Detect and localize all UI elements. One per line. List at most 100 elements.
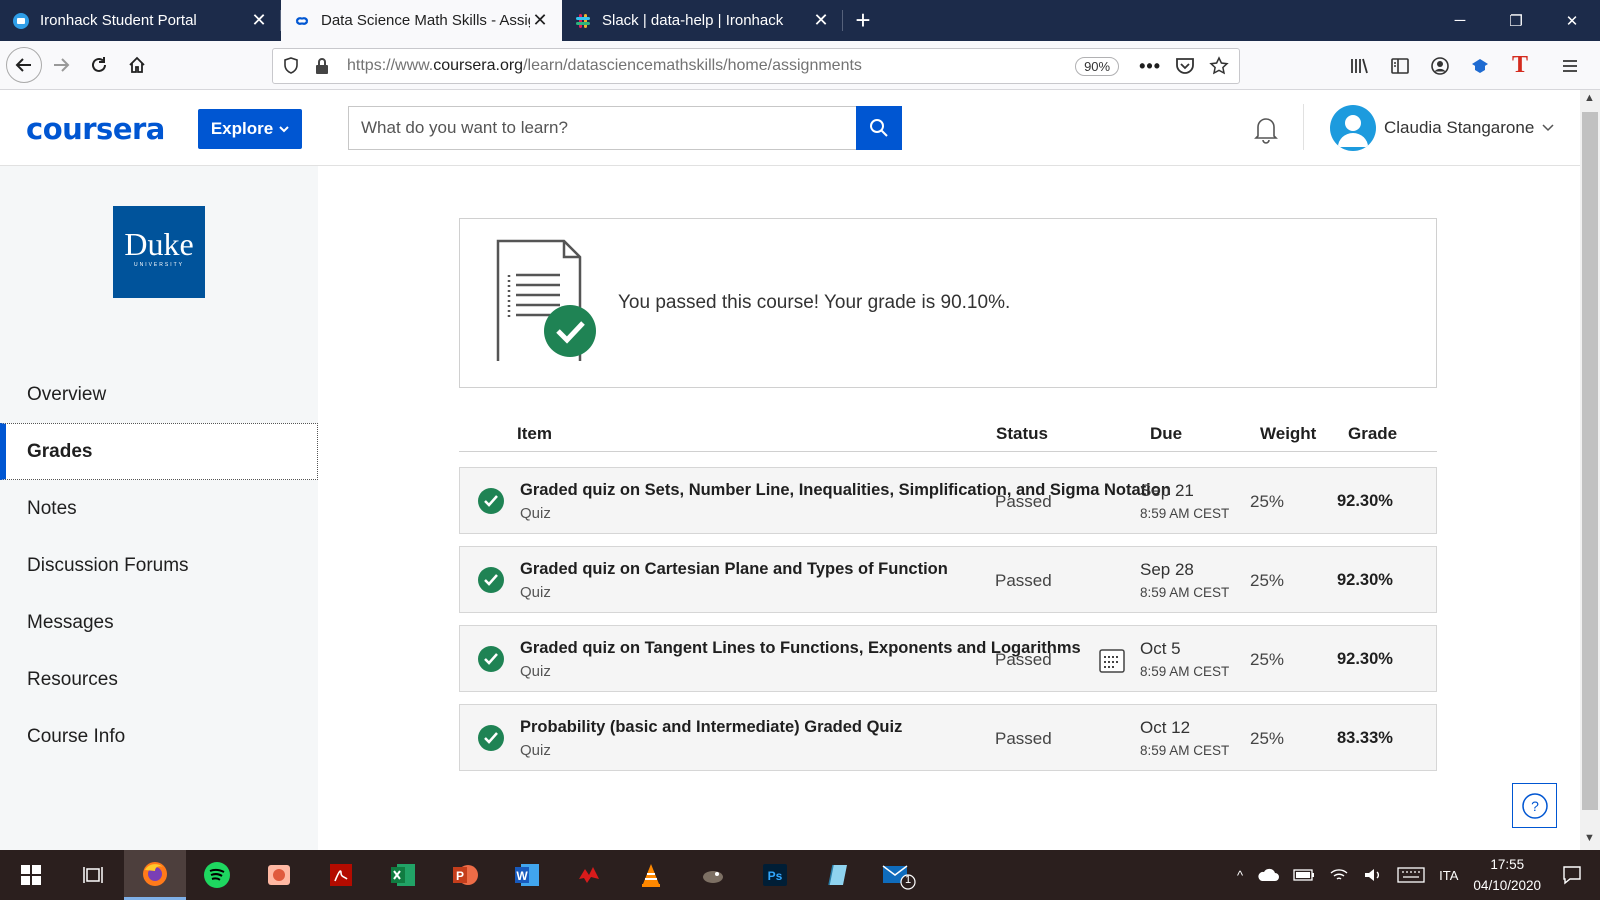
pocket-icon[interactable] <box>1175 57 1195 75</box>
scroll-up-icon[interactable]: ▲ <box>1584 92 1595 104</box>
svg-text:P: P <box>456 869 464 883</box>
notification-center-icon[interactable] <box>1562 865 1582 885</box>
coursera-icon <box>295 16 309 25</box>
item-type: Quiz <box>520 742 551 759</box>
sidebar-item-discussion-forums[interactable]: Discussion Forums <box>0 537 318 594</box>
wifi-icon[interactable] <box>1329 867 1349 883</box>
account-icon[interactable] <box>1420 56 1460 76</box>
table-row[interactable]: Graded quiz on Tangent Lines to Function… <box>459 625 1437 692</box>
notifications-bell-icon[interactable] <box>1252 114 1280 149</box>
item-name[interactable]: Graded quiz on Sets, Number Line, Inequa… <box>520 481 1171 500</box>
calendar-icon[interactable] <box>1098 646 1126 674</box>
column-due: Due <box>1150 424 1183 443</box>
powerpoint-icon[interactable]: P <box>434 850 496 900</box>
vlc-icon[interactable] <box>620 850 682 900</box>
mail-badge: 1 <box>905 874 912 886</box>
shield-icon <box>284 57 298 74</box>
search-button[interactable] <box>856 106 902 150</box>
spotify-icon[interactable] <box>186 850 248 900</box>
minimize-icon[interactable]: ─ <box>1432 0 1488 41</box>
avatar <box>1330 105 1376 151</box>
table-row[interactable]: Graded quiz on Cartesian Plane and Types… <box>459 546 1437 613</box>
search-input[interactable] <box>348 106 858 150</box>
windows-taskbar: P W Ps 1 ^ ITA 17:55 04/10/2020 <box>0 850 1600 900</box>
menu-icon[interactable] <box>1540 57 1600 75</box>
notepad-app-icon[interactable] <box>806 850 868 900</box>
close-window-icon[interactable]: ✕ <box>1544 0 1600 41</box>
sidebar-toggle-icon[interactable] <box>1380 57 1420 75</box>
course-passed-banner: You passed this course! Your grade is 90… <box>459 218 1437 388</box>
explore-button[interactable]: Explore <box>198 109 302 149</box>
close-tab-icon[interactable]: ✕ <box>811 10 831 31</box>
user-name: Claudia Stangarone <box>1384 118 1535 137</box>
course-nav: Overview Grades Notes Discussion Forums … <box>0 366 318 765</box>
due-date: Sep 28 <box>1140 560 1194 579</box>
help-button[interactable]: ? <box>1512 783 1557 828</box>
sidebar-item-overview[interactable]: Overview <box>0 366 318 423</box>
scroll-down-icon[interactable]: ▼ <box>1584 832 1595 844</box>
sidebar-item-grades[interactable]: Grades <box>0 423 318 480</box>
system-clock[interactable]: 17:55 04/10/2020 <box>1473 854 1541 896</box>
url-bar[interactable]: https://www.coursera.org/learn/datascien… <box>272 48 1240 84</box>
battery-icon[interactable] <box>1293 869 1315 881</box>
firefox-taskbar-icon[interactable] <box>124 850 186 900</box>
paint-3d-icon[interactable] <box>248 850 310 900</box>
input-language[interactable]: ITA <box>1439 868 1458 883</box>
due-time: 8:59 AM CEST <box>1140 743 1230 758</box>
red-app-icon[interactable] <box>558 850 620 900</box>
page-scrollbar[interactable]: ▲ ▼ <box>1580 90 1600 850</box>
bookmark-star-icon[interactable] <box>1209 56 1229 76</box>
coursera-logo[interactable]: coursera <box>26 112 165 146</box>
item-name[interactable]: Probability (basic and Intermediate) Gra… <box>520 718 902 737</box>
onedrive-cloud-icon[interactable] <box>1257 868 1280 882</box>
course-sidebar: Duke UNIVERSITY Overview Grades Notes Di… <box>0 166 318 850</box>
tab-coursera[interactable]: Data Science Math Skills - Assig ✕ <box>281 0 562 41</box>
clock-time: 17:55 <box>1490 857 1525 872</box>
sidebar-item-resources[interactable]: Resources <box>0 651 318 708</box>
sidebar-item-course-info[interactable]: Course Info <box>0 708 318 765</box>
translate-extension-icon[interactable]: T <box>1500 52 1540 79</box>
site-header: coursera Explore Claudia Stangarone <box>0 90 1580 166</box>
zoom-level[interactable]: 90% <box>1075 56 1120 76</box>
scroll-thumb[interactable] <box>1582 112 1598 810</box>
browser-nav-bar: https://www.coursera.org/learn/datascien… <box>0 41 1600 90</box>
library-icon[interactable] <box>1340 57 1380 75</box>
svg-text:?: ? <box>1531 798 1539 814</box>
windows-start-icon[interactable] <box>0 850 62 900</box>
user-menu[interactable]: Claudia Stangarone <box>1330 105 1554 151</box>
item-status: Passed <box>995 571 1052 590</box>
gimp-icon[interactable] <box>682 850 744 900</box>
item-grade: 83.33% <box>1337 729 1393 747</box>
excel-icon[interactable] <box>372 850 434 900</box>
svg-text:Ps: Ps <box>768 869 783 883</box>
more-actions-icon[interactable]: ••• <box>1139 56 1161 77</box>
acrobat-icon[interactable] <box>310 850 372 900</box>
arrow-right-icon <box>54 58 70 72</box>
duke-university-logo[interactable]: Duke UNIVERSITY <box>113 206 205 298</box>
volume-icon[interactable] <box>1363 867 1383 883</box>
sidebar-item-messages[interactable]: Messages <box>0 594 318 651</box>
close-tab-icon[interactable]: ✕ <box>249 10 269 31</box>
back-button[interactable] <box>6 47 42 83</box>
forward-button[interactable] <box>42 46 80 84</box>
sidebar-item-notes[interactable]: Notes <box>0 480 318 537</box>
task-view-icon[interactable] <box>62 850 124 900</box>
home-button[interactable] <box>118 46 156 84</box>
table-row[interactable]: Graded quiz on Sets, Number Line, Inequa… <box>459 467 1437 534</box>
word-icon[interactable]: W <box>496 850 558 900</box>
new-tab-button[interactable]: + <box>843 0 883 41</box>
close-tab-icon[interactable]: ✕ <box>530 10 550 31</box>
arrow-left-icon <box>15 58 31 72</box>
tab-slack[interactable]: Slack | data-help | Ironhack ✕ <box>562 0 843 41</box>
extension-icon[interactable] <box>1460 56 1500 76</box>
photoshop-icon[interactable]: Ps <box>744 850 806 900</box>
restore-icon[interactable]: ❐ <box>1488 0 1544 41</box>
table-row[interactable]: Probability (basic and Intermediate) Gra… <box>459 704 1437 771</box>
tab-ironhack-portal[interactable]: Ironhack Student Portal ✕ <box>0 0 281 41</box>
reload-button[interactable] <box>80 46 118 84</box>
keyboard-icon[interactable] <box>1397 867 1425 883</box>
chevron-up-icon[interactable]: ^ <box>1237 868 1243 883</box>
check-icon <box>478 646 504 672</box>
mail-icon[interactable]: 1 <box>868 850 930 900</box>
item-name[interactable]: Graded quiz on Cartesian Plane and Types… <box>520 560 948 579</box>
